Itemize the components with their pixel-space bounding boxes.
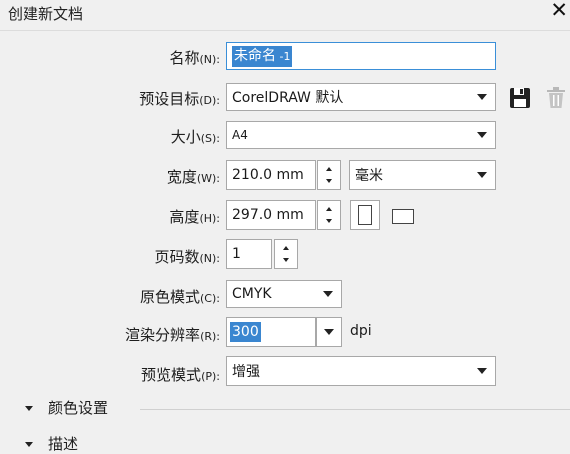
- width-label: 宽度(W):: [0, 166, 220, 187]
- resolution-label-text: 渲染分辨率: [125, 326, 201, 344]
- chevron-down-icon: [323, 291, 333, 297]
- preview-dropdown[interactable]: 增强: [226, 356, 496, 386]
- resolution-input[interactable]: 300: [226, 317, 316, 347]
- chevron-down-icon: [477, 132, 487, 138]
- height-stepper[interactable]: [317, 200, 341, 230]
- width-label-key: (W):: [196, 172, 220, 185]
- pages-value: 1: [232, 246, 241, 262]
- preset-label-text: 预设目标: [139, 90, 200, 108]
- preview-label: 预览模式(P):: [0, 364, 220, 385]
- decrement-icon[interactable]: [326, 179, 332, 183]
- increment-icon[interactable]: [326, 207, 332, 211]
- color-mode-label-text: 原色模式: [140, 288, 201, 306]
- chevron-down-icon: [477, 172, 487, 178]
- color-mode-label-key: (C):: [200, 292, 220, 305]
- increment-icon[interactable]: [326, 167, 332, 171]
- preset-label: 预设目标(D):: [0, 88, 220, 109]
- pages-label: 页码数(N):: [0, 246, 220, 267]
- resolution-value: 300: [230, 322, 261, 342]
- close-icon[interactable]: ✕: [550, 0, 568, 22]
- width-value: 210.0 mm: [232, 167, 304, 183]
- width-label-text: 宽度: [166, 168, 197, 186]
- height-value: 297.0 mm: [232, 207, 304, 223]
- size-label-text: 大小: [170, 128, 201, 146]
- preset-label-key: (D):: [199, 94, 220, 107]
- pages-stepper[interactable]: [274, 239, 298, 269]
- size-label-key: (S):: [200, 132, 220, 145]
- color-mode-label: 原色模式(C):: [0, 286, 220, 307]
- width-stepper[interactable]: [317, 160, 341, 190]
- section-divider: [140, 409, 570, 410]
- width-input[interactable]: 210.0 mm: [226, 160, 316, 190]
- unit-dropdown[interactable]: 毫米: [349, 160, 496, 190]
- color-mode-dropdown[interactable]: CMYK: [226, 280, 342, 308]
- resolution-unit: dpi: [350, 323, 372, 339]
- resolution-dropdown-button[interactable]: [316, 317, 342, 347]
- name-label: 名称(N):: [0, 47, 220, 68]
- preview-label-key: (P):: [201, 370, 220, 383]
- name-label-key: (N):: [199, 53, 220, 66]
- chevron-down-icon: [477, 368, 487, 374]
- preset-value: CorelDRAW 默认: [232, 90, 344, 106]
- chevron-down-icon: [324, 329, 334, 335]
- preview-value: 增强: [232, 364, 260, 380]
- color-mode-value: CMYK: [232, 286, 272, 302]
- resolution-label: 渲染分辨率(R):: [0, 324, 220, 345]
- height-label-text: 高度: [169, 208, 200, 226]
- delete-preset-icon[interactable]: [546, 87, 566, 109]
- landscape-orientation-icon[interactable]: [392, 209, 414, 224]
- dialog-title: 创建新文档: [8, 5, 84, 23]
- decrement-icon[interactable]: [326, 219, 332, 223]
- height-input[interactable]: 297.0 mm: [226, 200, 316, 230]
- section-color-settings[interactable]: 颜色设置: [48, 397, 108, 418]
- preset-dropdown[interactable]: CorelDRAW 默认: [226, 83, 496, 111]
- title-divider: [0, 30, 570, 31]
- name-input-selection: 未命名 -1: [232, 45, 293, 67]
- unit-value: 毫米: [355, 168, 383, 184]
- decrement-icon[interactable]: [283, 258, 289, 262]
- portrait-orientation-icon: [358, 205, 372, 225]
- size-value: A4: [232, 128, 248, 142]
- name-label-text: 名称: [169, 49, 200, 67]
- portrait-orientation-button[interactable]: [350, 200, 380, 230]
- size-label: 大小(S):: [0, 126, 220, 147]
- expand-triangle-icon[interactable]: [25, 442, 33, 447]
- name-input[interactable]: 未命名 -1: [226, 42, 496, 70]
- preview-label-text: 预览模式: [141, 366, 202, 384]
- chevron-down-icon: [477, 94, 487, 100]
- expand-triangle-icon[interactable]: [25, 406, 33, 411]
- pages-input[interactable]: 1: [226, 239, 272, 269]
- name-value-suffix: -1: [276, 49, 291, 63]
- section-description[interactable]: 描述: [48, 433, 78, 454]
- save-preset-icon[interactable]: [509, 87, 531, 109]
- height-label-key: (H):: [199, 212, 220, 225]
- name-value-main: 未命名: [234, 47, 276, 64]
- pages-label-text: 页码数: [154, 248, 200, 266]
- resolution-label-key: (R):: [200, 330, 220, 343]
- pages-label-key: (N):: [199, 252, 220, 265]
- size-dropdown[interactable]: A4: [226, 121, 496, 149]
- height-label: 高度(H):: [0, 206, 220, 227]
- increment-icon[interactable]: [283, 246, 289, 250]
